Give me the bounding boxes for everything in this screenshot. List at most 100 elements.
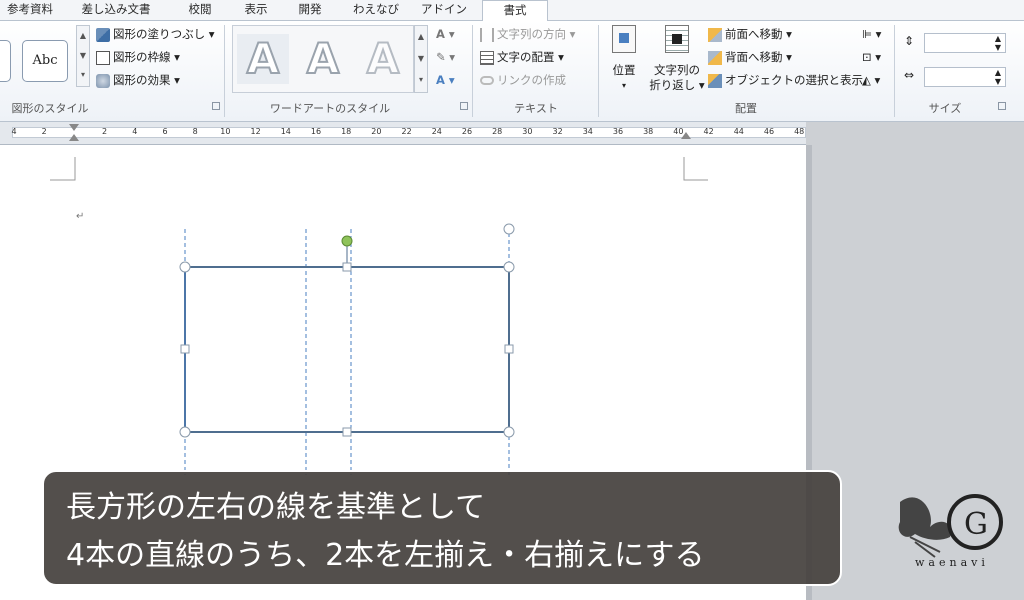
- selection-pane-button[interactable]: オブジェクトの選択と表示: [708, 70, 863, 90]
- ruler-tick-label: 26: [461, 127, 473, 136]
- wordart-down-icon[interactable]: ▼: [415, 48, 427, 70]
- line-end-handle[interactable]: [503, 223, 515, 235]
- shape-effects-icon: [96, 73, 110, 88]
- right-indent-icon[interactable]: [681, 132, 691, 139]
- text-align-button[interactable]: 文字の配置 ▾: [480, 47, 564, 67]
- shape-style-gallery-scroll[interactable]: ▲ ▼ ▾: [76, 25, 90, 87]
- selected-rectangle-shape[interactable]: [184, 266, 510, 433]
- wordart-gallery-scroll[interactable]: ▲ ▼ ▾: [414, 25, 428, 93]
- shape-width-icon: ⇔: [904, 68, 915, 82]
- caption-line-1: 長方形の左右の線を基準として: [66, 490, 486, 525]
- ruler-tick-label: 34: [582, 127, 593, 136]
- ruler-tick-label: 30: [522, 127, 533, 136]
- gallery-up-icon[interactable]: ▲: [77, 26, 89, 46]
- wrap-text-icon: [665, 25, 689, 53]
- group-separator: [894, 25, 895, 117]
- group-separator: [598, 25, 599, 117]
- shape-style-preset-prev[interactable]: [0, 40, 11, 82]
- tab-addins[interactable]: アドイン: [418, 0, 470, 20]
- gallery-more-icon[interactable]: ▾: [77, 66, 89, 84]
- handle-left-middle: [180, 344, 190, 354]
- shape-height-input[interactable]: ▲ ▼: [924, 33, 1006, 53]
- handle-right-middle: [504, 344, 514, 354]
- ruler-tick-label: 24: [431, 127, 442, 136]
- margin-corner-marks: [50, 157, 708, 181]
- shape-styles-launcher-icon[interactable]: [212, 102, 220, 110]
- text-align-icon: [480, 50, 494, 65]
- group-separator: [224, 25, 225, 117]
- group-label-shape-styles: 図形のスタイル: [11, 102, 89, 115]
- wordart-style-2[interactable]: A: [297, 33, 349, 84]
- position-button[interactable]: 位置 ▾: [604, 25, 644, 93]
- send-backward-button[interactable]: 背面へ移動 ▾: [708, 47, 792, 67]
- width-spinner-icon[interactable]: ▲ ▼: [995, 68, 1001, 86]
- shape-effects-button[interactable]: 図形の効果 ▾: [96, 70, 180, 90]
- rotate-button[interactable]: ◭ ▾: [862, 70, 880, 90]
- group-label-arrange: 配置: [735, 102, 757, 115]
- shape-width-input[interactable]: ▲ ▼: [924, 67, 1006, 87]
- horizontal-ruler[interactable]: 4 2 2 4 6 8 10 12 14 16 18 20 22 24 26 28 30 32 34 36 38 40 42…: [0, 122, 806, 145]
- tab-developer[interactable]: 開発: [290, 0, 330, 20]
- text-effects-button[interactable]: A ▾: [436, 70, 455, 90]
- handle-bottom-middle: [342, 427, 352, 437]
- wrap-text-button[interactable]: 文字列の 折り返し ▾: [646, 25, 708, 93]
- text-effects-icon: A: [436, 73, 445, 87]
- paint-bucket-icon: [96, 27, 110, 42]
- send-backward-icon: [708, 50, 722, 65]
- tab-review[interactable]: 校閲: [180, 0, 220, 20]
- shape-height-icon: ⇕: [904, 34, 915, 48]
- tab-format[interactable]: 書式: [482, 0, 548, 21]
- position-icon: [612, 25, 636, 53]
- wordart-more-icon[interactable]: ▾: [415, 70, 427, 90]
- ruler-tick-label: 12: [250, 127, 261, 136]
- rotate-handle[interactable]: [341, 235, 353, 247]
- gallery-down-icon[interactable]: ▼: [77, 46, 89, 66]
- paragraph-mark: ↵: [76, 211, 85, 222]
- bring-forward-button[interactable]: 前面へ移動 ▾: [708, 24, 792, 44]
- wordart-style-3[interactable]: A: [357, 33, 409, 84]
- tab-waenavi[interactable]: わえなび: [348, 0, 404, 20]
- group-separator: [472, 25, 473, 117]
- ruler-tick-label: 6: [162, 127, 168, 136]
- ruler-tick-label: 10: [220, 127, 231, 136]
- wordart-up-icon[interactable]: ▲: [415, 26, 427, 48]
- selection-pane-icon: [708, 73, 722, 88]
- text-outline-button[interactable]: ✎ ▾: [436, 47, 455, 67]
- shape-fill-button[interactable]: 図形の塗りつぶし ▾: [96, 24, 215, 44]
- tab-mailings[interactable]: 差し込み文書: [76, 0, 156, 20]
- first-line-indent-icon[interactable]: [69, 124, 79, 131]
- shape-style-preset[interactable]: Abc: [22, 40, 68, 82]
- ruler-tick-label: 2: [41, 127, 47, 136]
- tab-references[interactable]: 参考資料: [2, 0, 58, 20]
- ruler-tick-label: 16: [310, 127, 322, 136]
- resize-handles: [179, 261, 515, 438]
- wordart-launcher-icon[interactable]: [460, 102, 468, 110]
- text-direction-icon: [480, 27, 494, 42]
- ruler-tick-label: 4: [11, 127, 17, 136]
- ruler-tick-label: 2: [102, 127, 108, 136]
- bird-emblem-icon: [898, 497, 951, 540]
- ruler-tick-label: 22: [401, 127, 412, 136]
- create-link-button[interactable]: リンクの作成: [480, 70, 566, 90]
- handle-bottom-left: [179, 426, 191, 438]
- size-launcher-icon[interactable]: [998, 102, 1006, 110]
- height-spinner-icon[interactable]: ▲ ▼: [995, 34, 1001, 52]
- group-button[interactable]: ⊡ ▾: [862, 47, 881, 67]
- ruler-tick-label: 48: [794, 127, 805, 136]
- group-label-wordart: ワードアートのスタイル: [269, 102, 391, 115]
- ruler-tick-label: 46: [763, 127, 775, 136]
- wordart-style-1[interactable]: A: [237, 33, 289, 84]
- text-direction-button[interactable]: 文字列の方向 ▾: [480, 24, 575, 44]
- hanging-indent-icon[interactable]: [69, 134, 79, 141]
- ruler-tick-label: 20: [371, 127, 382, 136]
- ruler-tick-label: 4: [132, 127, 138, 136]
- logo-text: waenavi: [915, 556, 989, 569]
- tab-view[interactable]: 表示: [236, 0, 276, 20]
- ruler-tick-label: 42: [703, 127, 714, 136]
- group-label-size: サイズ: [928, 102, 962, 115]
- group-label-text: テキスト: [514, 102, 558, 115]
- shape-outline-button[interactable]: 図形の枠線 ▾: [96, 47, 180, 67]
- rotate-icon: ◭: [862, 73, 871, 87]
- align-button[interactable]: ⊫ ▾: [862, 24, 881, 44]
- text-fill-button[interactable]: A ▾: [436, 24, 455, 44]
